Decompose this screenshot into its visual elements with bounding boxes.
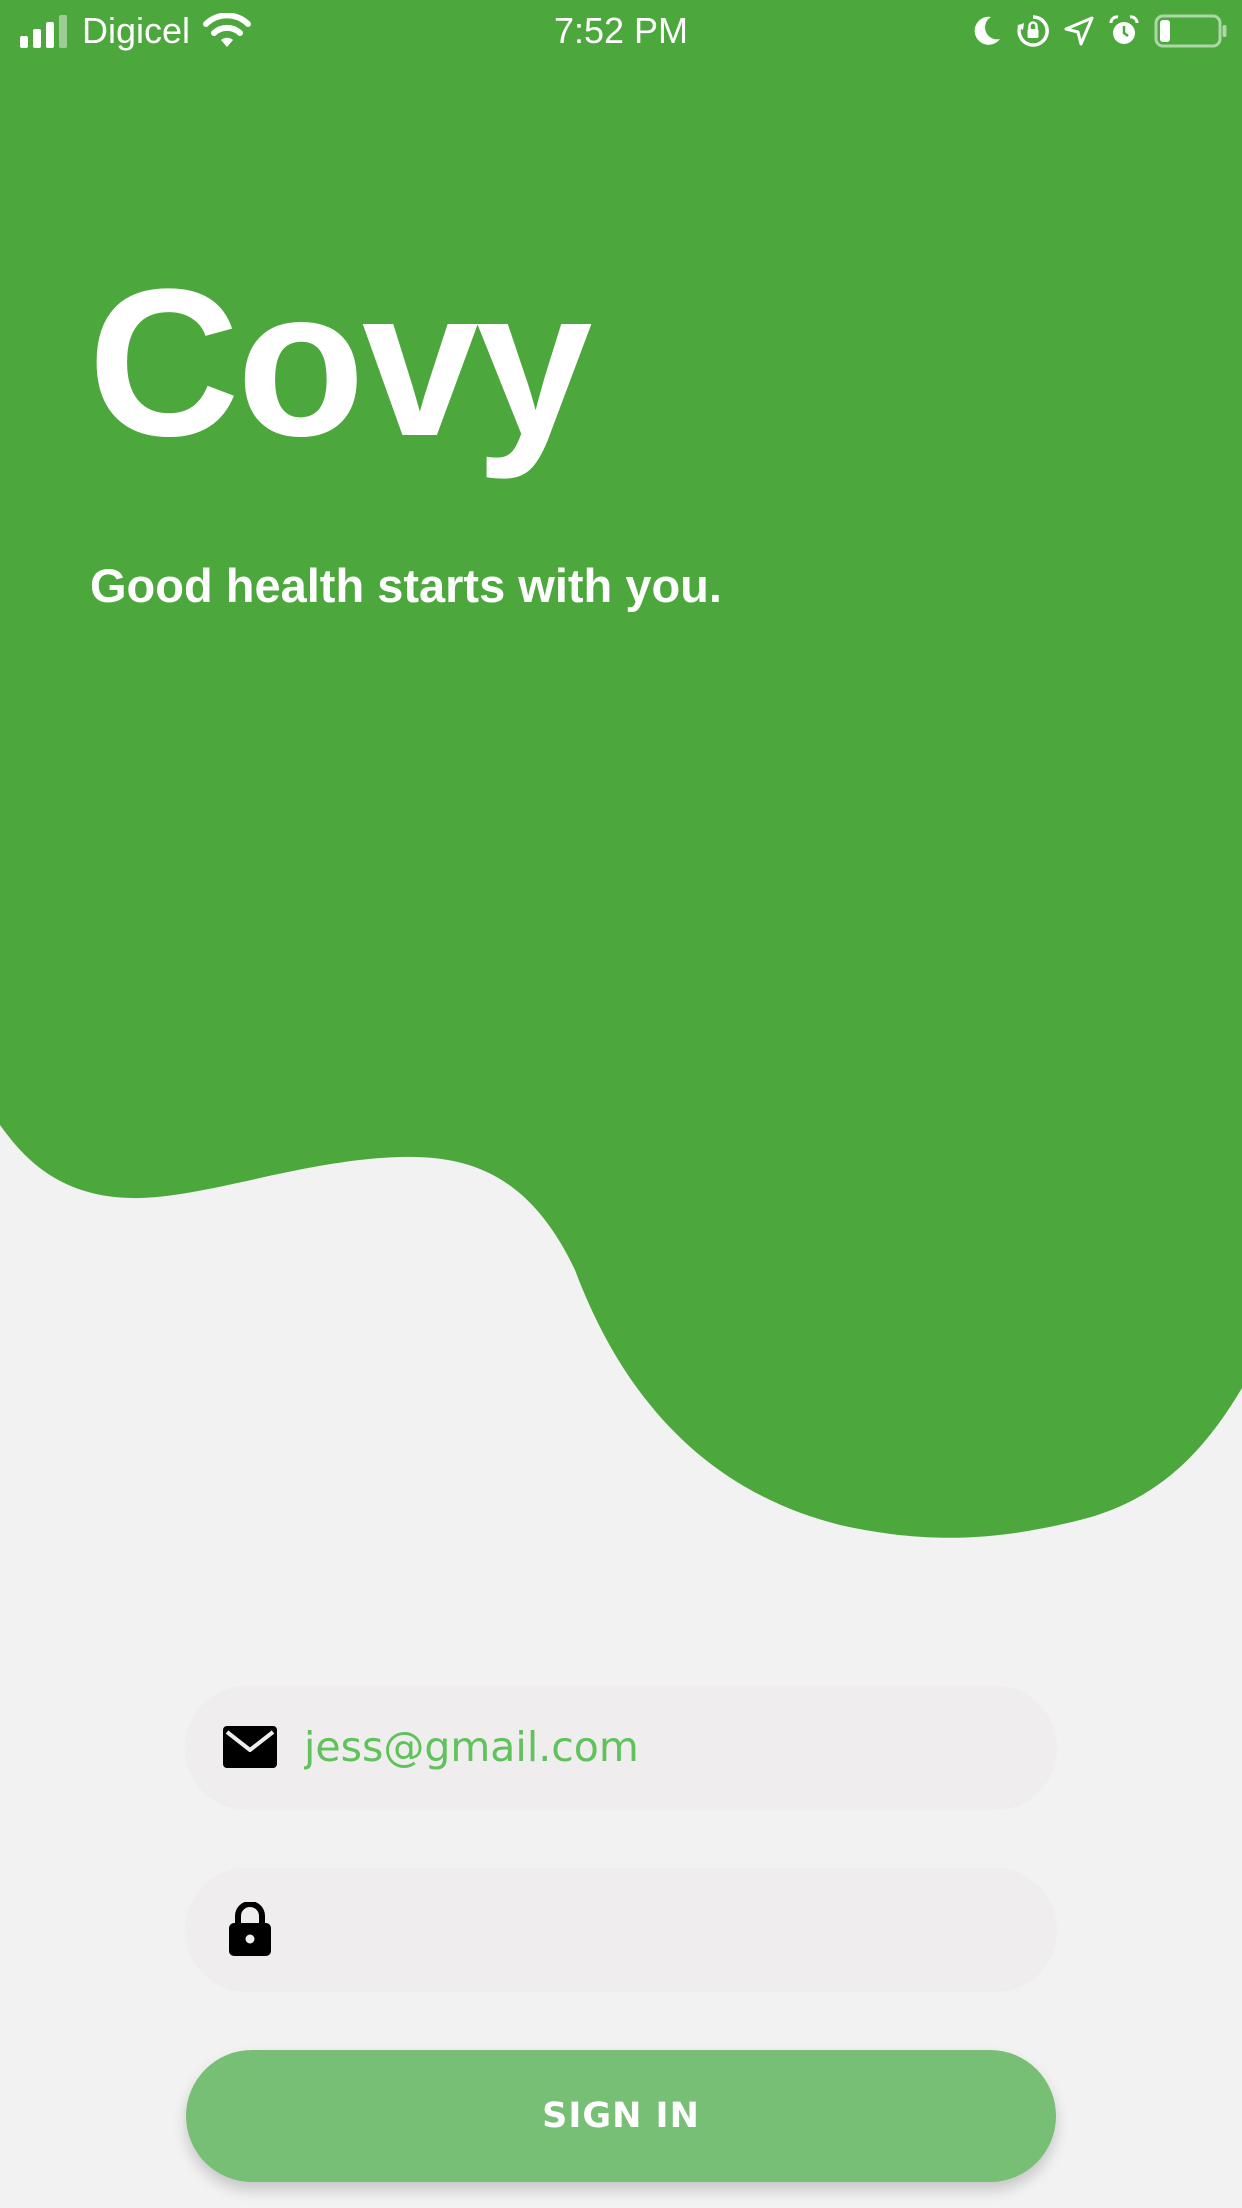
rotation-lock-icon	[1017, 15, 1049, 47]
mail-icon	[220, 1717, 280, 1777]
lock-icon	[220, 1899, 280, 1959]
email-input[interactable]	[304, 1686, 1024, 1808]
moon-icon	[974, 16, 1000, 45]
location-icon	[1064, 16, 1094, 46]
alarm-icon	[1109, 15, 1139, 44]
app-tagline: Good health starts with you.	[90, 559, 722, 612]
password-field[interactable]	[186, 1868, 1056, 1990]
app-title: Covy	[88, 245, 593, 480]
login-screen: Digicel 7:52 PM Covy Good health starts …	[0, 0, 1242, 2208]
password-input[interactable]	[304, 1868, 1024, 1990]
status-right-group	[972, 10, 1228, 52]
sign-in-button[interactable]: SIGN IN	[186, 2050, 1056, 2182]
battery-icon	[1154, 14, 1227, 48]
status-bar: Digicel 7:52 PM	[0, 0, 1242, 62]
email-field[interactable]	[186, 1686, 1056, 1808]
